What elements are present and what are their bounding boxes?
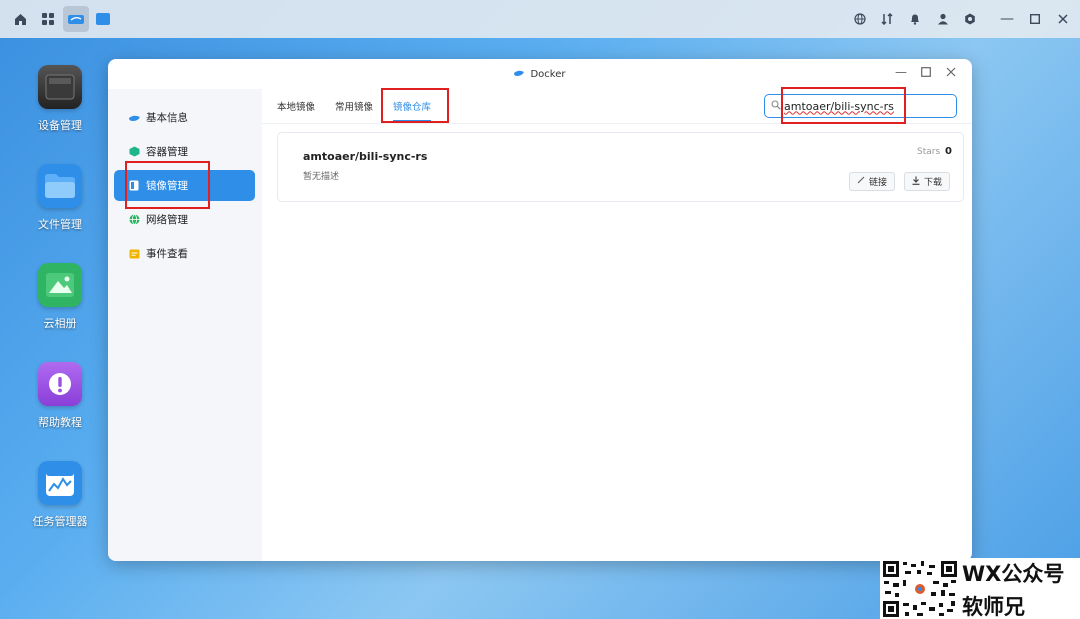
desktop-app-label: 文件管理 bbox=[38, 218, 82, 231]
sidebar-item-label: 网络管理 bbox=[146, 214, 188, 226]
maximize-icon[interactable] bbox=[1026, 10, 1044, 28]
download-button-label: 下载 bbox=[924, 178, 943, 188]
taskbar: — bbox=[0, 0, 1080, 38]
docker-icon[interactable] bbox=[63, 6, 89, 32]
container-icon bbox=[128, 146, 140, 158]
device-icon bbox=[38, 65, 82, 109]
sidebar-item-label: 事件查看 bbox=[146, 248, 188, 260]
minimize-icon[interactable]: — bbox=[998, 10, 1016, 28]
network-icon bbox=[128, 214, 140, 226]
link-icon bbox=[857, 176, 865, 187]
window-maximize-icon[interactable] bbox=[918, 65, 934, 81]
sidebar-item-event-view[interactable]: 事件查看 bbox=[114, 238, 255, 269]
user-icon[interactable] bbox=[934, 10, 952, 28]
settings-icon[interactable] bbox=[961, 10, 979, 28]
desktop-app-label: 云相册 bbox=[43, 317, 77, 330]
sidebar-item-label: 容器管理 bbox=[146, 146, 188, 158]
window-titlebar[interactable]: Docker — bbox=[108, 59, 972, 89]
desktop-app-task-manager[interactable]: 任务管理器 bbox=[28, 461, 92, 529]
watermark: WX公众号 软师兄 bbox=[880, 558, 1080, 619]
desktop-app-cloud-photos[interactable]: 云相册 bbox=[28, 263, 92, 331]
download-icon bbox=[912, 176, 920, 188]
highlight-box-tab bbox=[381, 88, 449, 123]
docker-icon bbox=[514, 69, 525, 80]
globe-icon[interactable] bbox=[851, 10, 869, 28]
highlight-box-search bbox=[781, 87, 906, 124]
desktop-app-label: 任务管理器 bbox=[32, 515, 88, 528]
download-button[interactable]: 下载 bbox=[904, 172, 951, 191]
search-icon bbox=[771, 99, 781, 113]
task-manager-icon bbox=[38, 461, 82, 505]
window-close-icon[interactable] bbox=[943, 65, 959, 81]
watermark-line2: 软师兄 bbox=[962, 595, 1025, 619]
home-icon[interactable] bbox=[11, 10, 29, 28]
folder-icon[interactable] bbox=[94, 10, 112, 28]
window-title: Docker bbox=[530, 68, 566, 80]
docker-icon bbox=[128, 112, 140, 124]
link-button-label: 链接 bbox=[869, 178, 888, 188]
desktop-app-label: 设备管理 bbox=[38, 119, 82, 132]
sidebar: 基本信息 容器管理 镜像管理 网络管理 事件查看 bbox=[108, 89, 262, 561]
stars-label: Stars bbox=[917, 147, 941, 157]
desktop-app-label: 帮助教程 bbox=[38, 416, 82, 429]
main-content: 本地镜像 常用镜像 镜像仓库 amtoaer/bili-sync-rs amto… bbox=[262, 89, 972, 561]
photo-icon bbox=[38, 263, 82, 307]
highlight-box-sidebar bbox=[125, 161, 210, 209]
window-minimize-icon[interactable]: — bbox=[893, 65, 909, 79]
folder-icon bbox=[38, 164, 82, 208]
image-name: amtoaer/bili-sync-rs bbox=[303, 150, 428, 163]
tab-common-images[interactable]: 常用镜像 bbox=[335, 99, 373, 120]
event-icon bbox=[128, 248, 140, 260]
transfer-icon[interactable] bbox=[878, 10, 896, 28]
sidebar-item-basic-info[interactable]: 基本信息 bbox=[114, 102, 255, 133]
desktop-app-help[interactable]: 帮助教程 bbox=[28, 362, 92, 430]
image-result-card: amtoaer/bili-sync-rs 暂无描述 Stars 0 链接 下载 bbox=[277, 132, 964, 202]
help-icon bbox=[38, 362, 82, 406]
close-icon[interactable] bbox=[1054, 10, 1072, 28]
image-description: 暂无描述 bbox=[303, 172, 340, 182]
watermark-line1: WX公众号 bbox=[962, 562, 1065, 586]
link-button[interactable]: 链接 bbox=[849, 172, 896, 191]
sidebar-item-label: 基本信息 bbox=[146, 112, 188, 124]
desktop-app-device-manager[interactable]: 设备管理 bbox=[28, 65, 92, 133]
desktop-app-file-manager[interactable]: 文件管理 bbox=[28, 164, 92, 232]
stars-count: 0 bbox=[945, 146, 952, 157]
apps-grid-icon[interactable] bbox=[39, 10, 57, 28]
tab-local-images[interactable]: 本地镜像 bbox=[277, 99, 315, 120]
docker-window: Docker — 基本信息 容器管理 镜像管理 网络管理 事件查看 本地镜像 常… bbox=[108, 59, 972, 561]
bell-icon[interactable] bbox=[906, 10, 924, 28]
